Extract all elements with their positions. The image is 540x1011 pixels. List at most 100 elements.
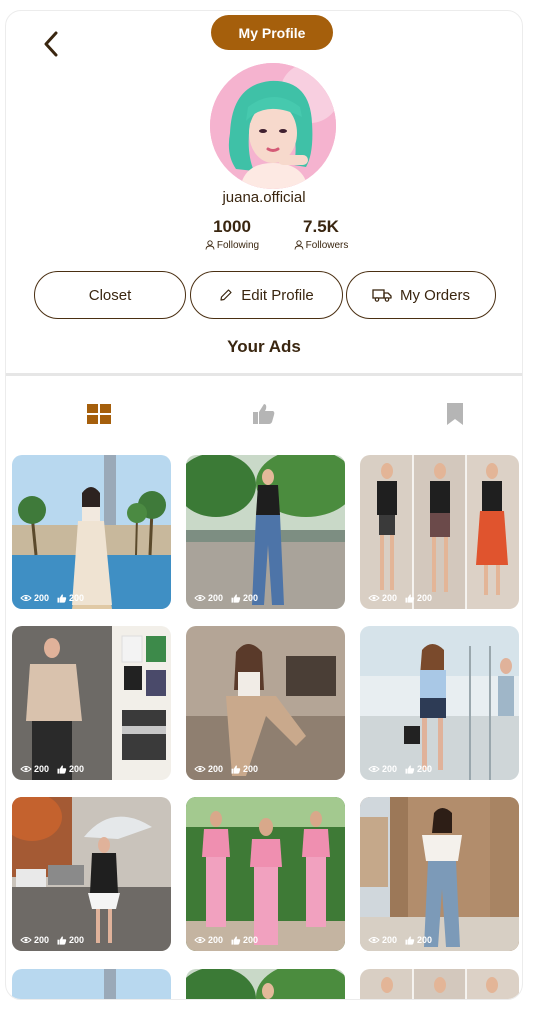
ad-stats: 200 200: [368, 764, 432, 774]
eye-icon: [20, 766, 32, 772]
ad-stats: 200 200: [368, 935, 432, 945]
following-stat[interactable]: 1000 Following: [187, 217, 277, 255]
ad-tile[interactable]: 200 200: [360, 626, 519, 780]
eye-icon: [194, 766, 206, 772]
following-label: Following: [216, 239, 260, 251]
ad-tile[interactable]: 200 200: [12, 455, 171, 609]
ad-tile[interactable]: 200 200: [186, 455, 345, 609]
ad-image: [186, 797, 345, 951]
user-icon: [294, 240, 304, 250]
ad-tile[interactable]: 200 200: [186, 797, 345, 951]
ad-image: [360, 626, 519, 780]
edit-profile-label: Edit Profile: [241, 286, 314, 304]
ad-tile[interactable]: [360, 969, 519, 999]
ad-image: [186, 455, 345, 609]
edit-profile-button[interactable]: Edit Profile: [190, 271, 343, 319]
followers-stat[interactable]: 7.5K Followers: [276, 217, 366, 255]
thumbs-up-icon: [231, 935, 241, 945]
tab-liked[interactable]: [249, 401, 279, 427]
eye-icon: [20, 595, 32, 601]
my-orders-button[interactable]: My Orders: [346, 271, 496, 319]
thumbs-up-icon: [405, 935, 415, 945]
thumbs-up-icon: [253, 404, 275, 424]
thumbs-up-icon: [57, 935, 67, 945]
truck-icon: [372, 289, 392, 302]
back-button[interactable]: [36, 29, 66, 59]
user-icon: [205, 240, 215, 250]
ad-image: [12, 626, 171, 780]
my-orders-label: My Orders: [399, 286, 470, 304]
eye-icon: [368, 766, 380, 772]
ad-image: [12, 969, 171, 999]
ad-stats: 200 200: [20, 935, 84, 945]
ad-stats: 200 200: [368, 593, 432, 603]
ad-tile[interactable]: [186, 969, 345, 999]
ad-likes: 200: [69, 593, 85, 603]
ad-views: 200: [382, 764, 398, 774]
eye-icon: [194, 595, 206, 601]
ad-likes: 200: [243, 593, 259, 603]
ad-image: [360, 797, 519, 951]
ad-likes: 200: [69, 764, 85, 774]
your-ads-heading: Your Ads: [227, 337, 301, 356]
ad-image: [186, 626, 345, 780]
ad-image: [12, 455, 171, 609]
followers-count: 7.5K: [303, 217, 339, 236]
tab-saved[interactable]: [440, 401, 470, 427]
ad-stats: 200 200: [20, 593, 84, 603]
ad-likes: 200: [417, 935, 433, 945]
ad-views: 200: [208, 593, 224, 603]
thumbs-up-icon: [57, 593, 67, 603]
following-count: 1000: [213, 217, 251, 236]
ad-views: 200: [208, 935, 224, 945]
ad-views: 200: [34, 935, 50, 945]
grid-icon: [87, 404, 111, 424]
ad-tile[interactable]: 200 200: [186, 626, 345, 780]
ad-image: [360, 455, 519, 609]
thumbs-up-icon: [405, 764, 415, 774]
avatar[interactable]: [210, 63, 336, 189]
ad-views: 200: [382, 593, 398, 603]
thumbs-up-icon: [405, 593, 415, 603]
eye-icon: [20, 937, 32, 943]
pencil-icon: [220, 289, 232, 301]
closet-button-label: Closet: [88, 286, 132, 304]
thumbs-up-icon: [231, 593, 241, 603]
ad-image: [360, 969, 519, 999]
ad-tile[interactable]: 200 200: [12, 626, 171, 780]
followers-label: Followers: [305, 239, 349, 251]
eye-icon: [194, 937, 206, 943]
ad-likes: 200: [243, 764, 259, 774]
ad-likes: 200: [417, 593, 433, 603]
closet-button[interactable]: Closet: [34, 271, 186, 319]
ad-likes: 200: [69, 935, 85, 945]
ad-views: 200: [34, 764, 50, 774]
chevron-left-icon: [44, 31, 58, 57]
eye-icon: [368, 595, 380, 601]
thumbs-up-icon: [57, 764, 67, 774]
ad-tile[interactable]: 200 200: [360, 797, 519, 951]
thumbs-up-icon: [231, 764, 241, 774]
ad-likes: 200: [417, 764, 433, 774]
ad-stats: 200 200: [194, 935, 258, 945]
ad-stats: 200 200: [194, 593, 258, 603]
ad-stats: 200 200: [20, 764, 84, 774]
ad-views: 200: [34, 593, 50, 603]
ad-image: [186, 969, 345, 999]
ad-stats: 200 200: [194, 764, 258, 774]
ad-tile[interactable]: 200 200: [12, 797, 171, 951]
ad-tile[interactable]: [12, 969, 171, 999]
eye-icon: [368, 937, 380, 943]
avatar-image: [210, 63, 336, 189]
ad-views: 200: [382, 935, 398, 945]
ad-views: 200: [208, 764, 224, 774]
profile-screen: My Profile juana.official 1000 Following…: [5, 10, 523, 1000]
ad-image: [12, 797, 171, 951]
bookmark-icon: [447, 403, 463, 425]
ad-tile[interactable]: 200 200: [360, 455, 519, 609]
username: juana.official: [222, 189, 306, 206]
divider: [6, 373, 522, 376]
ad-likes: 200: [243, 935, 259, 945]
tab-grid[interactable]: [84, 401, 114, 427]
page-title: My Profile: [211, 15, 333, 50]
